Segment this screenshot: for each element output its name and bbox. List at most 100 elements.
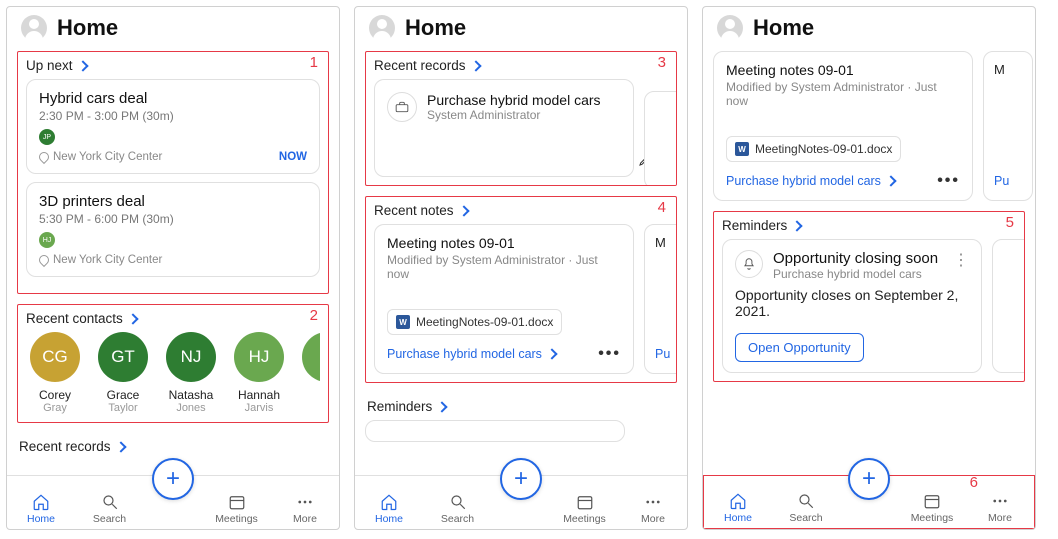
related-record-link[interactable]: Purchase hybrid model cars [726, 174, 895, 188]
note-card-peek[interactable]: M Pu [983, 51, 1033, 201]
tab-meetings[interactable]: Meetings [904, 492, 960, 524]
chevron-right-icon [885, 175, 896, 186]
note-card[interactable]: Meeting notes 09-01 Modified by System A… [713, 51, 973, 201]
reminder-card-cutoff[interactable] [365, 420, 625, 442]
reminder-title: Opportunity closing soon [773, 250, 943, 267]
recent-records-heading[interactable]: Recent records [374, 58, 668, 73]
calendar-icon [923, 492, 941, 510]
tab-label: Home [724, 512, 752, 524]
note-peek-title: M [655, 235, 666, 250]
overflow-menu-button[interactable]: ••• [598, 345, 621, 363]
page-title: Home [405, 15, 466, 41]
chevron-right-icon [77, 60, 88, 71]
tab-more[interactable]: More [277, 493, 333, 525]
contact-item[interactable]: NJ Natasha Jones [162, 332, 220, 414]
tab-bar: + Home Search Meetings More [355, 475, 687, 529]
file-name: MeetingNotes-09-01.docx [755, 142, 892, 156]
recent-contacts-heading[interactable]: Recent contacts [26, 311, 320, 326]
callout-number: 4 [658, 199, 666, 216]
profile-avatar-icon[interactable] [369, 15, 395, 41]
kebab-menu-button[interactable]: ⋮ [953, 250, 969, 270]
content-scroll: 1 Up next Hybrid cars deal 2:30 PM - 3:0… [7, 47, 339, 475]
recent-contacts-section: 2 Recent contacts CG Corey Gray GT Grace… [17, 304, 329, 423]
record-card-peek[interactable] [644, 91, 677, 186]
contact-name: Natasha [169, 388, 214, 402]
tab-label: Home [27, 513, 55, 525]
reminders-section: 5 Reminders Opportunity closing soon Pur… [713, 211, 1025, 382]
tab-meetings[interactable]: Meetings [209, 493, 265, 525]
search-icon [101, 493, 119, 511]
recent-records-heading[interactable]: Recent records [17, 433, 329, 454]
note-title: Meeting notes 09-01 [387, 235, 621, 251]
calendar-icon [576, 493, 594, 511]
tab-meetings[interactable]: Meetings [557, 493, 613, 525]
profile-avatar-icon[interactable] [717, 15, 743, 41]
callout-number: 2 [310, 307, 318, 324]
fab-add-button[interactable]: + [848, 458, 890, 500]
file-attachment-chip[interactable]: W MeetingNotes-09-01.docx [387, 309, 562, 335]
contact-item[interactable]: HJ Hannah Jarvis [230, 332, 288, 414]
profile-avatar-icon[interactable] [21, 15, 47, 41]
tab-home[interactable]: Home [13, 493, 69, 525]
contact-item[interactable]: J Jo P [298, 332, 320, 414]
more-icon [644, 493, 662, 511]
note-peek-link: Pu [994, 174, 1009, 188]
related-record-link[interactable]: Purchase hybrid model cars [387, 347, 556, 361]
tab-label: Meetings [563, 513, 606, 525]
record-card[interactable]: Purchase hybrid model cars System Admini… [374, 79, 634, 177]
contact-sub: Jarvis [245, 402, 274, 414]
contact-name: Grace [107, 388, 140, 402]
tab-search[interactable]: Search [430, 493, 486, 525]
callout-number: 5 [1006, 214, 1014, 231]
meeting-card[interactable]: 3D printers deal 5:30 PM - 6:00 PM (30m)… [26, 182, 320, 277]
tab-home[interactable]: Home [710, 492, 766, 524]
section-label: Recent records [19, 439, 111, 454]
note-sub: Modified by System Administrator · Just … [726, 80, 960, 108]
contact-avatar-icon: GT [98, 332, 148, 382]
chevron-right-icon [127, 313, 138, 324]
contacts-row[interactable]: CG Corey Gray GT Grace Taylor NJ Natasha… [26, 332, 320, 414]
tab-more[interactable]: More [972, 492, 1028, 524]
contact-avatar-icon: NJ [166, 332, 216, 382]
tab-home[interactable]: Home [361, 493, 417, 525]
file-name: MeetingNotes-09-01.docx [416, 315, 553, 329]
tab-label: More [641, 513, 665, 525]
meeting-time: 2:30 PM - 3:00 PM (30m) [39, 109, 307, 123]
callout-number: 6 [970, 474, 978, 491]
tab-more[interactable]: More [625, 493, 681, 525]
recent-notes-heading[interactable]: Recent notes [374, 203, 668, 218]
up-next-section: 1 Up next Hybrid cars deal 2:30 PM - 3:0… [17, 51, 329, 294]
location-pin-icon [37, 253, 51, 267]
meeting-title: 3D printers deal [39, 193, 307, 210]
reminders-heading[interactable]: Reminders [365, 393, 677, 414]
reminder-card-peek[interactable] [992, 239, 1025, 373]
reminder-sub: Purchase hybrid model cars [773, 267, 943, 281]
contact-item[interactable]: GT Grace Taylor [94, 332, 152, 414]
overflow-menu-button[interactable]: ••• [937, 172, 960, 190]
fab-add-button[interactable]: + [500, 458, 542, 500]
reminders-heading[interactable]: Reminders [722, 218, 1016, 233]
fab-add-button[interactable]: + [152, 458, 194, 500]
tab-label: Search [93, 513, 126, 525]
meeting-time: 5:30 PM - 6:00 PM (30m) [39, 212, 307, 226]
reminder-card[interactable]: Opportunity closing soon Purchase hybrid… [722, 239, 982, 373]
section-label: Up next [26, 58, 73, 73]
meeting-card[interactable]: Hybrid cars deal 2:30 PM - 3:00 PM (30m)… [26, 79, 320, 174]
tab-label: Meetings [215, 513, 258, 525]
section-label: Recent notes [374, 203, 454, 218]
tab-search[interactable]: Search [82, 493, 138, 525]
file-attachment-chip[interactable]: W MeetingNotes-09-01.docx [726, 136, 901, 162]
page-title: Home [57, 15, 118, 41]
top-bar: Home [355, 7, 687, 47]
bell-icon [735, 250, 763, 278]
tab-bar: 6 + Home Search Meetings More [703, 475, 1035, 529]
up-next-heading[interactable]: Up next [26, 58, 320, 73]
section-label: Recent records [374, 58, 466, 73]
location-pin-icon [37, 150, 51, 164]
contact-sub: Taylor [108, 402, 137, 414]
note-card-peek[interactable]: M Pu [644, 224, 677, 374]
open-opportunity-button[interactable]: Open Opportunity [735, 333, 864, 362]
contact-item[interactable]: CG Corey Gray [26, 332, 84, 414]
note-card[interactable]: Meeting notes 09-01 Modified by System A… [374, 224, 634, 374]
tab-search[interactable]: Search [778, 492, 834, 524]
